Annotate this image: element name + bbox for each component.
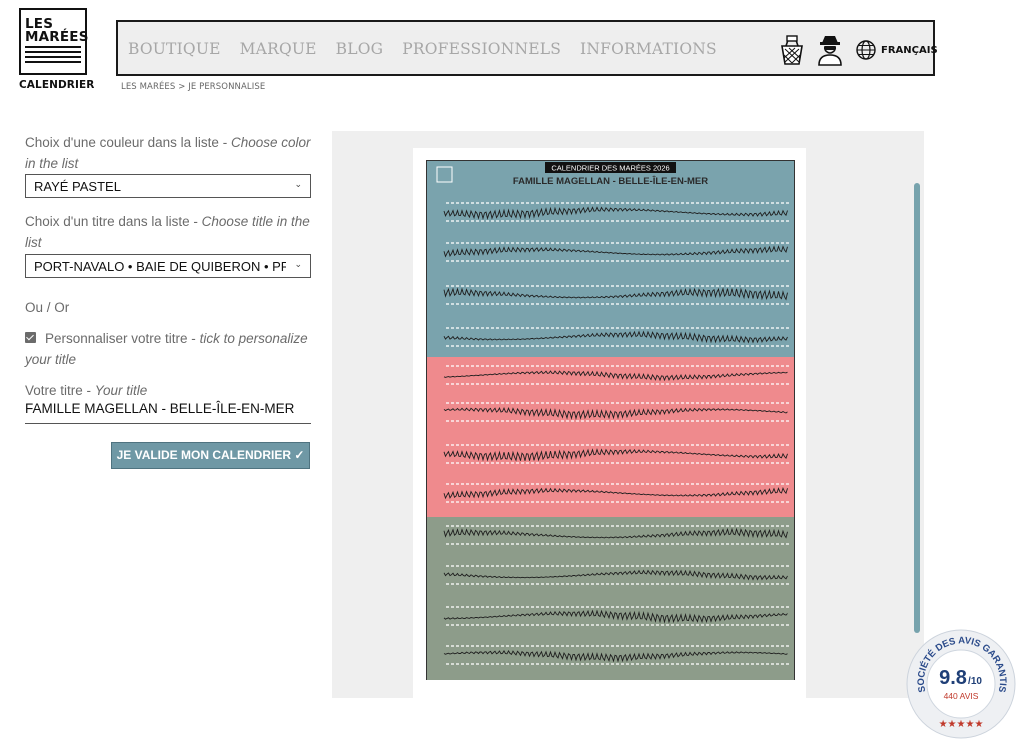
your-title-label: Votre titre - Your title [25, 380, 313, 401]
preview-scrollbar[interactable] [914, 183, 920, 633]
logo-rule [25, 51, 81, 53]
color-select-value: RAYÉ PASTEL [34, 179, 121, 194]
your-title-label-fr: Votre titre - [25, 383, 95, 398]
nav-icons: FRANÇAIS [777, 33, 938, 67]
color-select-label: Choix d'une couleur dans la liste - Choo… [25, 132, 313, 174]
title-label-fr: Choix d'un titre dans la liste - [25, 214, 202, 229]
title-select[interactable]: PORT-NAVALO • BAIE DE QUIBERON • PRESQU'… [25, 254, 311, 278]
poster-header-text: CALENDRIER DES MARÉES 2026 [551, 164, 669, 173]
custom-title-input[interactable]: FAMILLE MAGELLAN - BELLE-ÎLE-EN-MER [25, 401, 311, 424]
color-select[interactable]: RAYÉ PASTEL ⌄ [25, 174, 311, 198]
personalize-label-fr: Personnaliser votre titre - [45, 331, 200, 346]
language-label[interactable]: FRANÇAIS [881, 45, 938, 56]
brand-logo[interactable]: LES MARÉES [19, 8, 89, 75]
nav-item-boutique[interactable]: BOUTIQUE [128, 40, 221, 58]
badge-review-count: 440 AVIS [944, 691, 979, 701]
logo-line-marees: MARÉES [25, 29, 89, 45]
personalize-label[interactable]: Personnaliser votre titre - tick to pers… [25, 328, 313, 370]
or-label: Ou / Or [25, 300, 70, 315]
logo-rule [25, 61, 81, 63]
nav-item-professionnels[interactable]: PROFESSIONNELS [402, 40, 561, 58]
badge-score: 9.8 [939, 667, 967, 689]
nav-item-marque[interactable]: MARQUE [240, 40, 317, 58]
nav-item-blog[interactable]: BLOG [336, 40, 384, 58]
badge-stars: ★★★★★ [939, 719, 984, 730]
calendar-poster-preview: CALENDRIER DES MARÉES 2026 FAMILLE MAGEL… [426, 160, 795, 690]
chevron-down-icon: ⌄ [294, 260, 302, 270]
main-nav: BOUTIQUE MARQUE BLOG PROFESSIONNELS INFO… [116, 20, 938, 76]
globe-icon[interactable] [855, 39, 877, 61]
validate-calendar-button[interactable]: JE VALIDE MON CALENDRIER ✓ [111, 442, 310, 469]
logo-rule [25, 56, 81, 58]
reviews-badge[interactable]: SOCIÉTÉ DES AVIS GARANTIS 9.8 /10 440 AV… [905, 628, 1017, 740]
account-icon[interactable] [815, 33, 845, 67]
color-label-fr: Choix d'une couleur dans la liste - [25, 135, 231, 150]
basket-icon[interactable] [777, 33, 807, 67]
nav-menu: BOUTIQUE MARQUE BLOG PROFESSIONNELS INFO… [128, 40, 717, 58]
breadcrumb[interactable]: LES MARÉES > JE PERSONNALISE [121, 82, 265, 92]
chevron-down-icon: ⌄ [294, 180, 302, 190]
poster-footer [426, 680, 795, 690]
badge-scale: /10 [968, 676, 982, 687]
nav-item-informations[interactable]: INFORMATIONS [580, 40, 717, 58]
poster-title-text: FAMILLE MAGELLAN - BELLE-ÎLE-EN-MER [513, 175, 708, 187]
title-select-value: PORT-NAVALO • BAIE DE QUIBERON • PRESQU'… [34, 259, 286, 274]
title-select-label: Choix d'un titre dans la liste - Choose … [25, 211, 313, 253]
your-title-label-en: Your title [94, 383, 148, 398]
logo-rule [25, 46, 81, 48]
logo-subtitle: CALENDRIER [19, 79, 95, 91]
